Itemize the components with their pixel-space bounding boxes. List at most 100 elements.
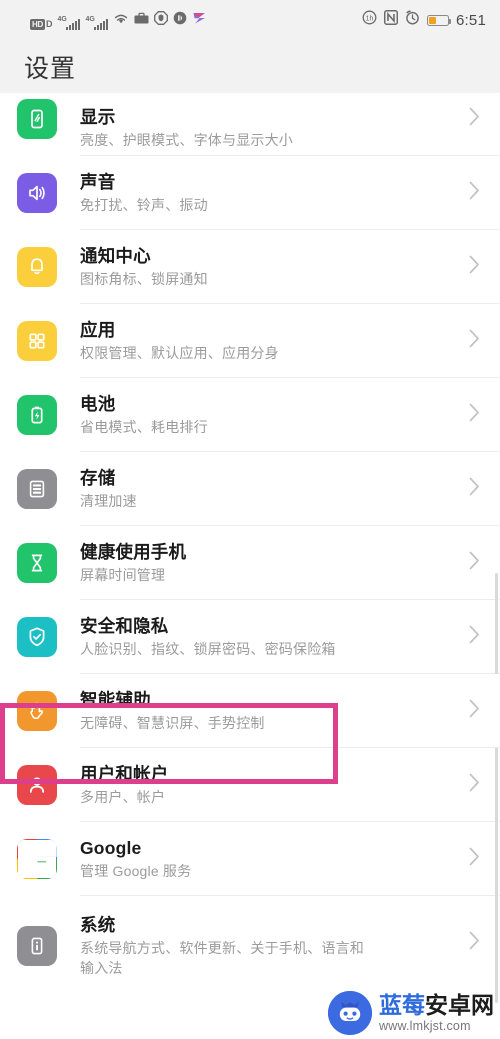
signal-4g-icon-1: 4G: [57, 16, 81, 30]
settings-row-text: 应用 权限管理、默认应用、应用分身: [80, 319, 460, 363]
settings-list[interactable]: 显示 亮度、护眼模式、字体与显示大小 声音 免打扰、铃声、振动 通知中心 图标角…: [0, 93, 500, 1039]
settings-row-title: 电池: [80, 394, 116, 414]
headphone-icon: [173, 11, 187, 30]
watermark-url: www.lmkjst.com: [379, 1018, 471, 1033]
alarm-icon: [405, 10, 420, 30]
page-header: 设置: [0, 40, 500, 93]
settings-row-google[interactable]: Google 管理 Google 服务: [0, 822, 500, 896]
arrow-app-icon: [192, 11, 207, 30]
site-watermark: 蓝莓安卓网 www.lmkjst.com: [328, 991, 494, 1035]
svg-text:1h: 1h: [366, 15, 374, 22]
android-robot-icon: [328, 991, 372, 1035]
settings-row-subtitle: 省电模式、耗电排行: [80, 419, 208, 435]
watermark-text: 蓝莓安卓网 www.lmkjst.com: [379, 991, 494, 1033]
settings-row-title: 应用: [80, 320, 116, 340]
settings-row-title: 声音: [80, 172, 116, 192]
page-title: 设置: [24, 54, 77, 83]
system-info-icon: [17, 926, 57, 966]
settings-row-subtitle: 图标角标、锁屏通知: [80, 271, 208, 287]
wifi-icon: [113, 12, 129, 30]
status-bar: HD D 4G 4G 1h 6:51: [0, 0, 500, 40]
briefcase-icon: [134, 12, 149, 30]
settings-row-subtitle: 免打扰、铃声、振动: [80, 197, 208, 213]
settings-row-subtitle: 权限管理、默认应用、应用分身: [80, 345, 279, 361]
chevron-right-icon: [468, 698, 482, 724]
settings-row-digital-balance[interactable]: 健康使用手机 屏幕时间管理: [0, 526, 500, 600]
chevron-right-icon: [468, 624, 482, 650]
user-account-icon: [17, 765, 57, 805]
settings-row-subtitle: 亮度、护眼模式、字体与显示大小: [80, 132, 293, 148]
settings-row-subtitle: 多用户、帐户: [80, 789, 166, 805]
settings-row-subtitle: 人脸识别、指纹、锁屏密码、密码保险箱: [80, 641, 336, 657]
hd-voice-icon: HD D: [30, 18, 53, 30]
settings-row-title: 健康使用手机: [80, 542, 187, 562]
settings-row-title: 显示: [80, 107, 116, 127]
settings-row-subtitle: 无障碍、智慧识屏、手势控制: [80, 715, 265, 731]
battery-icon: [17, 395, 57, 435]
settings-row-sound[interactable]: 声音 免打扰、铃声、振动: [0, 156, 500, 230]
hand-icon: [17, 691, 57, 731]
settings-row-text: 通知中心 图标角标、锁屏通知: [80, 245, 460, 289]
watermark-name-blue: 蓝莓: [379, 991, 425, 1018]
settings-row-title: Google: [80, 838, 142, 858]
status-bar-left-icons: HD D 4G 4G: [14, 10, 362, 30]
status-bar-clock: 6:51: [456, 11, 486, 29]
sound-icon: [17, 173, 57, 213]
settings-row-text: 存储 清理加速: [80, 467, 460, 511]
settings-row-title: 用户和帐户: [80, 764, 169, 784]
chevron-right-icon: [468, 476, 482, 502]
settings-row-text: 系统 系统导航方式、软件更新、关于手机、语言和 输入法: [80, 914, 460, 978]
settings-row-battery[interactable]: 电池 省电模式、耗电排行: [0, 378, 500, 452]
settings-row-title: 通知中心: [80, 246, 151, 266]
settings-row-notification-center[interactable]: 通知中心 图标角标、锁屏通知: [0, 230, 500, 304]
settings-row-text: 声音 免打扰、铃声、振动: [80, 171, 460, 215]
chevron-right-icon: [468, 254, 482, 280]
signal-4g-icon-2: 4G: [85, 16, 109, 30]
settings-row-storage[interactable]: 存储 清理加速: [0, 452, 500, 526]
settings-row-title: 存储: [80, 468, 116, 488]
watermark-name: 蓝莓安卓网: [379, 991, 494, 1018]
status-bar-right-icons: 1h 6:51: [362, 10, 486, 30]
watermark-name-dark: 安卓网: [425, 991, 494, 1018]
settings-row-title: 安全和隐私: [80, 616, 169, 636]
settings-row-subtitle: 系统导航方式、软件更新、关于手机、语言和 输入法: [80, 940, 364, 976]
vertical-scrollbar[interactable]: [495, 573, 498, 1003]
chevron-right-icon: [468, 402, 482, 428]
settings-row-users-accounts[interactable]: 用户和帐户 多用户、帐户: [0, 748, 500, 822]
settings-row-text: 智能辅助 无障碍、智慧识屏、手势控制: [80, 689, 460, 733]
settings-row-subtitle: 清理加速: [80, 493, 137, 509]
shield-check-icon: [17, 617, 57, 657]
sync-icon: 1h: [362, 10, 377, 30]
row-divider: [80, 747, 500, 748]
chevron-right-icon: [468, 180, 482, 206]
google-icon: [17, 839, 57, 879]
settings-row-title: 系统: [80, 915, 116, 935]
hourglass-icon: [17, 543, 57, 583]
display-icon: [17, 99, 57, 139]
settings-row-text: 用户和帐户 多用户、帐户: [80, 763, 460, 807]
settings-row-text: 电池 省电模式、耗电排行: [80, 393, 460, 437]
notification-bell-icon: [17, 247, 57, 287]
settings-row-title: 智能辅助: [80, 690, 151, 710]
settings-row-subtitle: 屏幕时间管理: [80, 567, 166, 583]
settings-row-subtitle: 管理 Google 服务: [80, 863, 192, 879]
settings-row-display[interactable]: 显示 亮度、护眼模式、字体与显示大小: [0, 93, 500, 156]
apps-grid-icon: [17, 321, 57, 361]
chevron-right-icon: [468, 930, 482, 956]
settings-row-text: 安全和隐私 人脸识别、指纹、锁屏密码、密码保险箱: [80, 615, 460, 659]
nfc-icon: [383, 10, 399, 30]
settings-row-security-privacy[interactable]: 安全和隐私 人脸识别、指纹、锁屏密码、密码保险箱: [0, 600, 500, 674]
chevron-right-icon: [468, 846, 482, 872]
settings-row-smart-assistance[interactable]: 智能辅助 无障碍、智慧识屏、手势控制: [0, 674, 500, 748]
chevron-right-icon: [468, 328, 482, 354]
battery-icon: [427, 14, 452, 26]
settings-row-text: 显示 亮度、护眼模式、字体与显示大小: [80, 106, 460, 150]
settings-row-text: Google 管理 Google 服务: [80, 837, 460, 881]
settings-row-system[interactable]: 系统 系统导航方式、软件更新、关于手机、语言和 输入法: [0, 896, 500, 988]
settings-row-apps[interactable]: 应用 权限管理、默认应用、应用分身: [0, 304, 500, 378]
chevron-right-icon: [468, 772, 482, 798]
phone-screen: HD D 4G 4G 1h 6:51 设置 显示 亮度、护眼模式、字体与显示大小…: [0, 0, 500, 1039]
storage-icon: [17, 469, 57, 509]
chevron-right-icon: [468, 550, 482, 576]
settings-row-text: 健康使用手机 屏幕时间管理: [80, 541, 460, 585]
